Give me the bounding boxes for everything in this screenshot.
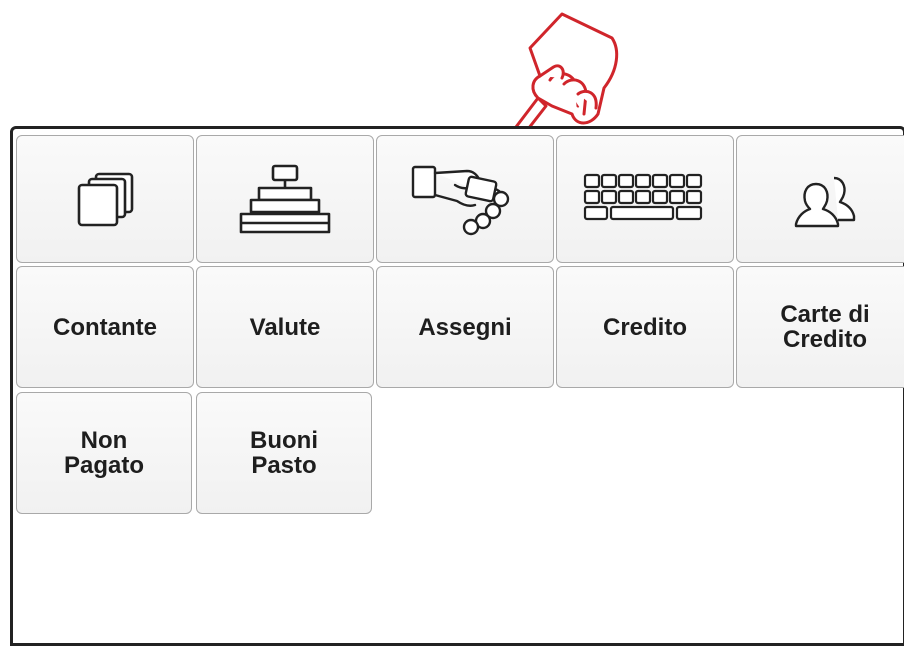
- buoni-pasto-label: Buoni Pasto: [250, 427, 318, 479]
- users-icon: [794, 176, 856, 228]
- cash-register-button[interactable]: [196, 135, 374, 263]
- cash-register-icon: [239, 164, 331, 234]
- payment-panel: Contante Valute Assegni Credito Carte di…: [10, 126, 904, 646]
- hand-payment-button[interactable]: [376, 135, 554, 263]
- contante-label: Contante: [53, 313, 157, 341]
- carte-di-credito-button[interactable]: Carte di Credito: [736, 266, 904, 388]
- non-pagato-button[interactable]: Non Pagato: [16, 392, 192, 514]
- carte-di-credito-label: Carte di Credito: [780, 301, 870, 353]
- assegni-label: Assegni: [418, 313, 512, 341]
- users-button[interactable]: [736, 135, 904, 263]
- assegni-button[interactable]: Assegni: [376, 266, 554, 388]
- valute-button[interactable]: Valute: [196, 266, 374, 388]
- stacked-cards-button[interactable]: [16, 135, 194, 263]
- keyboard-button[interactable]: [556, 135, 734, 263]
- buoni-pasto-button[interactable]: Buoni Pasto: [196, 392, 372, 514]
- keyboard-icon: [583, 173, 703, 221]
- hand-payment-icon: [411, 165, 510, 236]
- non-pagato-label: Non Pagato: [63, 427, 144, 479]
- credito-label: Credito: [603, 313, 687, 341]
- stacked-cards-icon: [77, 172, 134, 227]
- contante-button[interactable]: Contante: [16, 266, 194, 388]
- credito-button[interactable]: Credito: [556, 266, 734, 388]
- valute-label: Valute: [249, 313, 321, 341]
